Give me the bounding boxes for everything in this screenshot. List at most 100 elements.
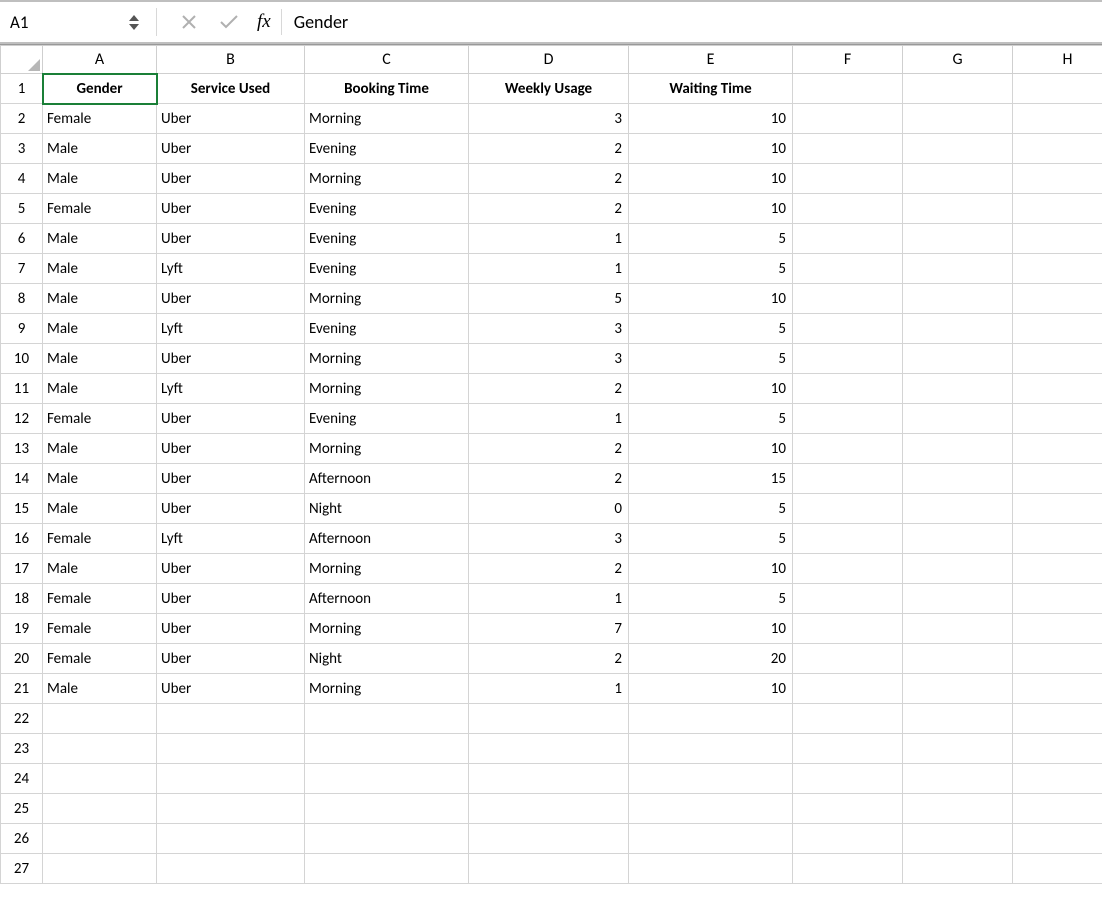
cell[interactable]: 5 (469, 284, 629, 314)
cell[interactable]: Lyft (157, 524, 305, 554)
row-header[interactable]: 21 (1, 674, 43, 704)
cell-empty[interactable] (903, 494, 1013, 524)
cell-empty[interactable] (43, 824, 157, 854)
cell[interactable]: Evening (305, 254, 469, 284)
formula-input[interactable]: Gender (292, 11, 1098, 33)
row-header[interactable]: 22 (1, 704, 43, 734)
row-header[interactable]: 27 (1, 854, 43, 884)
row-header[interactable]: 10 (1, 344, 43, 374)
cell-empty[interactable] (629, 794, 793, 824)
cell-empty[interactable] (793, 464, 903, 494)
cell[interactable]: 2 (469, 194, 629, 224)
cell[interactable]: Female (43, 404, 157, 434)
cell[interactable]: 3 (469, 524, 629, 554)
cell-empty[interactable] (903, 584, 1013, 614)
row-header[interactable]: 16 (1, 524, 43, 554)
cell[interactable]: 2 (469, 164, 629, 194)
cell[interactable]: Uber (157, 134, 305, 164)
cell[interactable]: Morning (305, 674, 469, 704)
cell-empty[interactable] (903, 614, 1013, 644)
cell[interactable]: 2 (469, 374, 629, 404)
column-header[interactable]: A (43, 46, 157, 74)
cell[interactable]: Female (43, 644, 157, 674)
cell[interactable]: Uber (157, 104, 305, 134)
cell-empty[interactable] (903, 704, 1013, 734)
cell-empty[interactable] (903, 164, 1013, 194)
cell-empty[interactable] (1013, 494, 1102, 524)
cell[interactable]: 5 (629, 224, 793, 254)
cell[interactable]: 1 (469, 674, 629, 704)
cell[interactable]: Uber (157, 194, 305, 224)
cell[interactable]: 5 (629, 344, 793, 374)
name-box-stepper[interactable] (124, 14, 144, 31)
cell-empty[interactable] (305, 704, 469, 734)
cell[interactable]: Evening (305, 314, 469, 344)
cell[interactable]: Male (43, 434, 157, 464)
cell-empty[interactable] (305, 854, 469, 884)
cell[interactable]: 10 (629, 194, 793, 224)
cell[interactable]: 10 (629, 134, 793, 164)
cell-empty[interactable] (1013, 344, 1102, 374)
cell[interactable]: 1 (469, 404, 629, 434)
cell-empty[interactable] (793, 824, 903, 854)
cell[interactable]: Afternoon (305, 524, 469, 554)
cell-empty[interactable] (1013, 254, 1102, 284)
cell[interactable]: Male (43, 494, 157, 524)
cell-empty[interactable] (629, 734, 793, 764)
cell[interactable]: 5 (629, 494, 793, 524)
cell[interactable]: Male (43, 344, 157, 374)
cell-empty[interactable] (469, 704, 629, 734)
cell-empty[interactable] (903, 644, 1013, 674)
cell-empty[interactable] (43, 704, 157, 734)
cell[interactable]: 3 (469, 104, 629, 134)
cell-empty[interactable] (43, 794, 157, 824)
row-header[interactable]: 26 (1, 824, 43, 854)
cell[interactable]: Afternoon (305, 584, 469, 614)
cell-empty[interactable] (903, 794, 1013, 824)
cell[interactable]: 5 (629, 524, 793, 554)
cell-empty[interactable] (903, 464, 1013, 494)
column-header[interactable]: C (305, 46, 469, 74)
cell-empty[interactable] (903, 104, 1013, 134)
cell-empty[interactable] (903, 194, 1013, 224)
column-header[interactable]: D (469, 46, 629, 74)
cell[interactable]: Afternoon (305, 464, 469, 494)
name-box[interactable]: A1 (4, 2, 124, 42)
cell-empty[interactable] (1013, 584, 1102, 614)
cell-empty[interactable] (793, 494, 903, 524)
cell-empty[interactable] (793, 554, 903, 584)
cell-empty[interactable] (1013, 404, 1102, 434)
cell-empty[interactable] (1013, 824, 1102, 854)
cell[interactable]: 2 (469, 554, 629, 584)
row-header[interactable]: 5 (1, 194, 43, 224)
cell[interactable]: 10 (629, 614, 793, 644)
cell-empty[interactable] (793, 704, 903, 734)
column-header[interactable]: F (793, 46, 903, 74)
cell-empty[interactable] (469, 734, 629, 764)
cell[interactable]: Morning (305, 344, 469, 374)
cell-empty[interactable] (469, 794, 629, 824)
cell[interactable]: 5 (629, 254, 793, 284)
row-header[interactable]: 6 (1, 224, 43, 254)
cell-empty[interactable] (157, 794, 305, 824)
cell[interactable]: Night (305, 494, 469, 524)
cell[interactable]: Male (43, 224, 157, 254)
cell-empty[interactable] (157, 704, 305, 734)
cell-empty[interactable] (1013, 764, 1102, 794)
cell[interactable]: Uber (157, 224, 305, 254)
cell-empty[interactable] (793, 644, 903, 674)
row-header[interactable]: 4 (1, 164, 43, 194)
cell[interactable]: 10 (629, 554, 793, 584)
cell-empty[interactable] (43, 854, 157, 884)
cell-empty[interactable] (793, 734, 903, 764)
cell-empty[interactable] (157, 854, 305, 884)
cell-empty[interactable] (793, 614, 903, 644)
cell-empty[interactable] (793, 374, 903, 404)
cell-empty[interactable] (903, 374, 1013, 404)
cell[interactable]: Male (43, 554, 157, 584)
cell[interactable]: Uber (157, 674, 305, 704)
cell[interactable]: Uber (157, 284, 305, 314)
cell-empty[interactable] (793, 674, 903, 704)
cell[interactable]: Uber (157, 434, 305, 464)
cell[interactable]: Uber (157, 344, 305, 374)
